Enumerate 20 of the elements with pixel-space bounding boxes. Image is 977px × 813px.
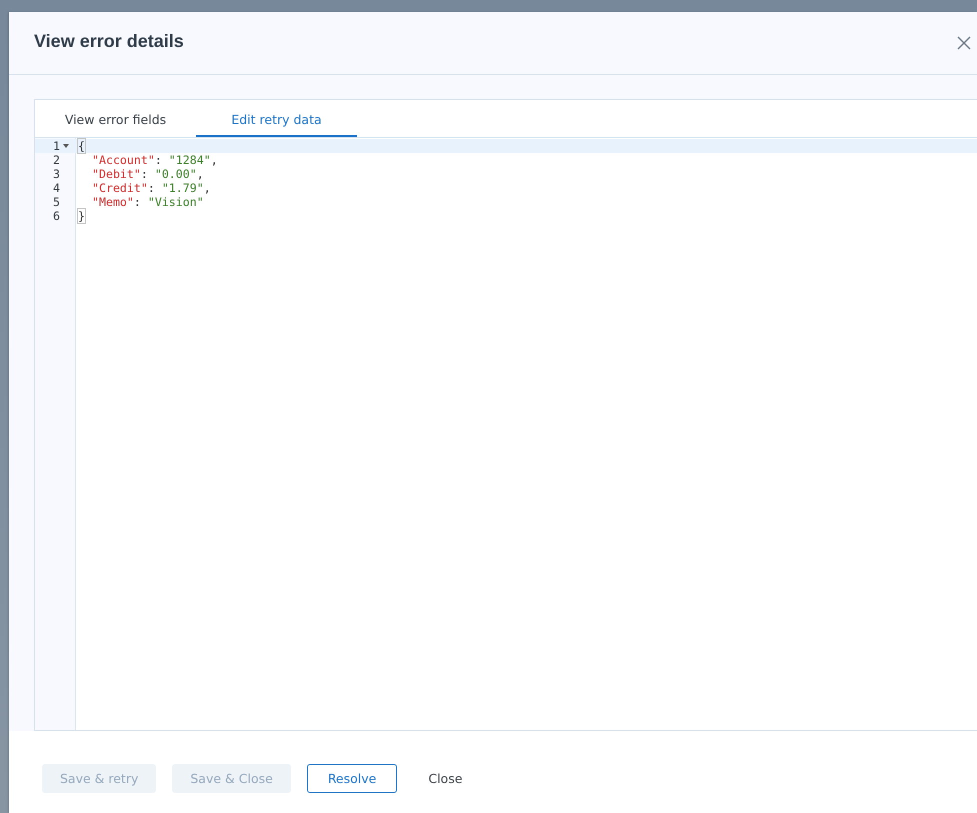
dialog-title: View error details <box>34 31 184 52</box>
close-icon <box>957 36 971 50</box>
code-line: "Memo": "Vision" <box>92 195 204 209</box>
tab[interactable]: View error fields <box>35 100 196 137</box>
code-line: { <box>78 139 85 153</box>
action-button[interactable]: Resolve <box>306 764 398 793</box>
line-number: 3 <box>53 167 60 181</box>
close-button[interactable] <box>957 36 971 50</box>
line-number: 4 <box>53 181 60 195</box>
caret-icon[interactable] <box>63 144 69 148</box>
code-line: "Credit": "1.79", <box>92 181 211 195</box>
line-number: 6 <box>53 209 60 223</box>
code-line: } <box>78 209 85 223</box>
code-editor[interactable]: 1 { 2 "Account": "1284", 3 "Debit": "0.00", 4 "Credit": "1.79", 5 "Memo": "Vision" 6 } <box>35 138 977 730</box>
line-number: 1 <box>53 139 60 153</box>
line-number: 2 <box>53 153 60 167</box>
code-line: "Account": "1284", <box>92 153 218 167</box>
line-number: 5 <box>53 195 60 209</box>
code-line: "Debit": "0.00", <box>92 167 204 181</box>
action-button[interactable]: Close <box>413 764 478 793</box>
